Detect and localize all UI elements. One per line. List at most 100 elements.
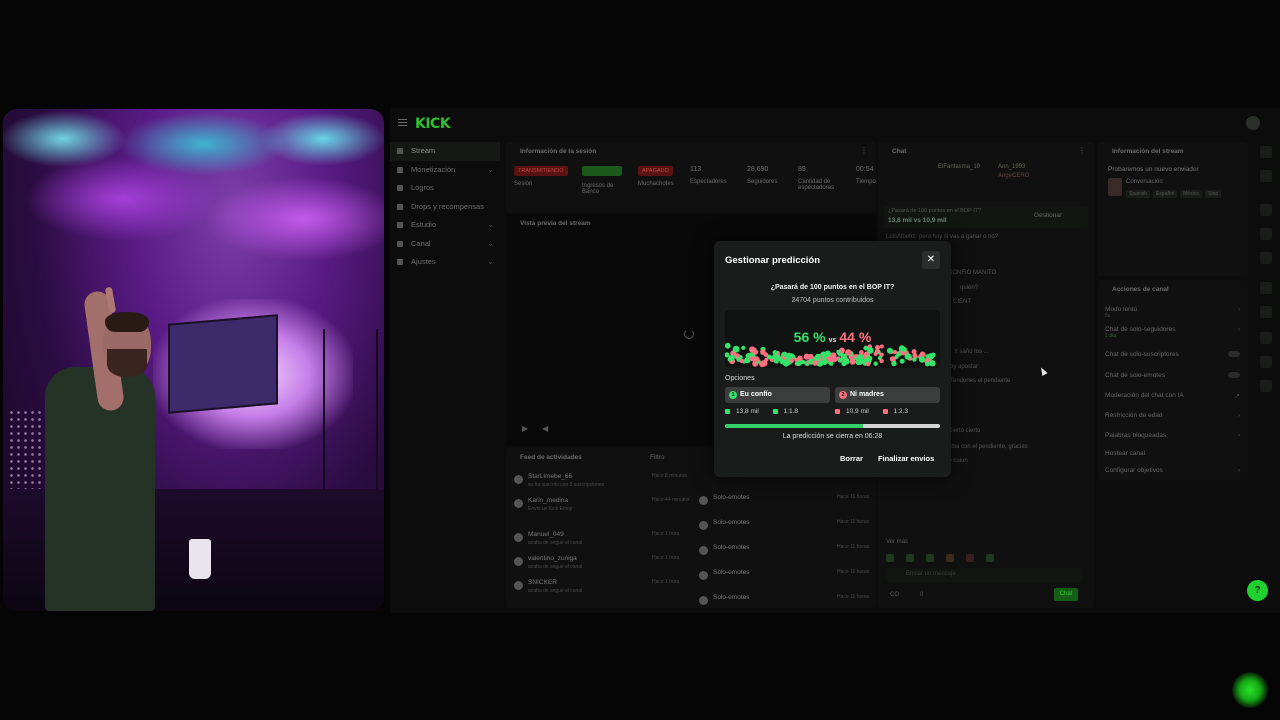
status-badge	[582, 166, 622, 176]
sidebar-item-monetization[interactable]: Monetización ⌄	[390, 161, 500, 180]
stat-value: 28,690	[747, 166, 769, 173]
emote-icon[interactable]	[966, 554, 974, 562]
wrench-icon[interactable]	[1260, 356, 1272, 368]
age-restriction-row[interactable]: Restricción de edad ›	[1105, 412, 1240, 430]
filter-button[interactable]: Filtro	[650, 454, 664, 461]
host-channel-row[interactable]: Hostear canal	[1105, 450, 1240, 468]
close-icon[interactable]	[1260, 204, 1272, 216]
banner-left: 13,8 mil	[888, 217, 912, 224]
more-icon[interactable]: ⋮	[1078, 146, 1086, 155]
chat-input[interactable]: Enviar un mensaje	[886, 568, 1082, 582]
sidebar-item-studio[interactable]: Estudio ⌄	[390, 216, 500, 235]
sidebar-item-label: Ajustes	[411, 257, 436, 266]
chat-send-button[interactable]: Chat	[1054, 588, 1078, 601]
list-item[interactable]: Manuel_049 acaba de seguir el canal Hace 1…	[514, 530, 694, 554]
action-sub: 1 día	[1105, 333, 1117, 339]
vote-dot	[781, 351, 787, 357]
list-item[interactable]: Solo-emotes Hace 11 horas	[699, 568, 879, 592]
list-item[interactable]: Solo-emotes Hace 11 horas	[699, 593, 879, 607]
link-icon[interactable]	[1260, 306, 1272, 318]
feed-time: Hace 11 horas	[837, 544, 870, 550]
subscribers-only-toggle[interactable]	[1228, 351, 1240, 357]
more-icon[interactable]: ⋮	[860, 146, 868, 155]
goals-row[interactable]: Configurar objetivos ›	[1105, 467, 1240, 485]
emote-icon[interactable]	[906, 554, 914, 562]
prediction-banner[interactable]: ¿Pasará de 100 puntos en el BOP IT? 13,8…	[884, 206, 1088, 228]
chat-icon[interactable]	[1260, 282, 1272, 294]
sidebar-item-drops[interactable]: Drops y recompensas	[390, 198, 500, 217]
mod-icon	[699, 521, 708, 530]
action-label: Configurar objetivos	[1105, 467, 1163, 474]
kick-logo[interactable]: KICK	[415, 116, 451, 132]
stream-info-panel: Información del stream Probaremos un nue…	[1098, 142, 1248, 276]
action-label: Modo lento	[1105, 306, 1138, 313]
sidebar-item-channel[interactable]: Canal ⌄	[390, 235, 500, 254]
sidebar-item-achievements[interactable]: Logros	[390, 179, 500, 198]
delete-button[interactable]: Borrar	[835, 451, 868, 467]
list-item[interactable]: Karin_medina Envió un Kick Emoji Hace 44 m…	[514, 496, 694, 520]
emote-icon[interactable]	[926, 554, 934, 562]
list-item[interactable]: Solo-emotes Hace 11 horas	[699, 493, 879, 517]
vote-dot	[918, 356, 926, 363]
banner-vs: vs	[913, 217, 921, 224]
gear-icon[interactable]	[1260, 146, 1272, 158]
edit-icon[interactable]	[1260, 170, 1272, 182]
emote-icon[interactable]	[946, 554, 954, 562]
feed-title: Feed de actividades	[520, 454, 582, 461]
emote-icon[interactable]	[886, 554, 894, 562]
option-no[interactable]: 2 Ni madres	[835, 387, 940, 403]
followers-only-row[interactable]: Chat de solo-seguidores 1 día ›	[1105, 326, 1240, 344]
tag-list: Spanish Español México Stop	[1126, 190, 1222, 198]
finalize-button[interactable]: Finalizar envios	[873, 451, 939, 467]
manage-button[interactable]: Gestionar	[1034, 212, 1062, 219]
trash-icon[interactable]	[1260, 252, 1272, 264]
sidebar-item-settings[interactable]: Ajustes ⌄	[390, 253, 500, 272]
ai-moderation-row[interactable]: Moderación del chat con IA ↗	[1105, 392, 1240, 410]
subscribers-only-row[interactable]: Chat de solo-suscriptores	[1105, 351, 1240, 369]
sidebar-item-stream[interactable]: Stream	[390, 142, 500, 161]
play-icon[interactable]: ▶	[522, 424, 528, 433]
ratio-icon	[772, 408, 778, 414]
vote-dot	[753, 356, 760, 363]
volume-icon[interactable]: ◀	[542, 424, 548, 433]
share-icon[interactable]	[1260, 380, 1272, 392]
vote-dot	[925, 361, 930, 367]
avatar[interactable]	[1246, 116, 1260, 130]
help-button[interactable]: ?	[1247, 580, 1268, 601]
feed-time: Hace 11 horas	[837, 494, 870, 500]
emote-icon[interactable]	[986, 554, 994, 562]
list-item[interactable]: Solo-emotes Hace 11 horas	[699, 518, 879, 542]
vote-dot	[891, 360, 897, 367]
layout-icon[interactable]	[1260, 332, 1272, 344]
list-item[interactable]: Solo-emotes Hace 11 horas	[699, 543, 879, 567]
list-item[interactable]: StarLimebe_66 se ha suscrito con 5 suscri…	[514, 472, 694, 496]
feed-time: Hace 11 horas	[837, 569, 870, 575]
mod-icon	[699, 496, 708, 505]
category-thumbnail	[1108, 178, 1122, 196]
emote-row[interactable]	[886, 554, 1086, 562]
slow-mode-row[interactable]: Modo lento 5s ›	[1105, 306, 1240, 324]
vote-dot	[843, 358, 850, 365]
feed-user: Karin_medina	[528, 497, 569, 504]
menu-icon[interactable]	[398, 119, 407, 126]
pin-icon[interactable]	[1260, 228, 1272, 240]
vote-dot	[925, 354, 930, 359]
action-label: Moderación del chat con IA	[1105, 392, 1184, 399]
tag: Español	[1153, 190, 1178, 198]
emotes-only-toggle[interactable]	[1228, 372, 1240, 378]
prediction-modal: Gestionar predicción ✕ ¿Pasará de 100 pu…	[714, 241, 951, 477]
list-item[interactable]: SNICKER acaba de seguir el canal Hace 1 ho…	[514, 578, 694, 602]
chevron-down-icon: ⌄	[487, 257, 494, 266]
option-yes[interactable]: 1 Eu confío	[725, 387, 830, 403]
list-item[interactable]: valentino_zuniga acaba de seguir el canal…	[514, 554, 694, 578]
emotes-only-row[interactable]: Chat de solo-emotes	[1105, 372, 1240, 390]
coins-icon	[835, 408, 840, 414]
vote-dot	[815, 353, 820, 359]
blocked-words-row[interactable]: Palabras bloqueadas ›	[1105, 432, 1240, 450]
chat-title: Chat	[892, 148, 907, 155]
close-button[interactable]: ✕	[922, 251, 940, 269]
feed-user: Solo-emotes	[713, 519, 750, 526]
status-badge: TRANSMITIENDO	[514, 166, 568, 176]
stream-title: Probaremos un nuevo enviador	[1108, 166, 1199, 173]
chevron-right-icon: ›	[1237, 467, 1240, 474]
